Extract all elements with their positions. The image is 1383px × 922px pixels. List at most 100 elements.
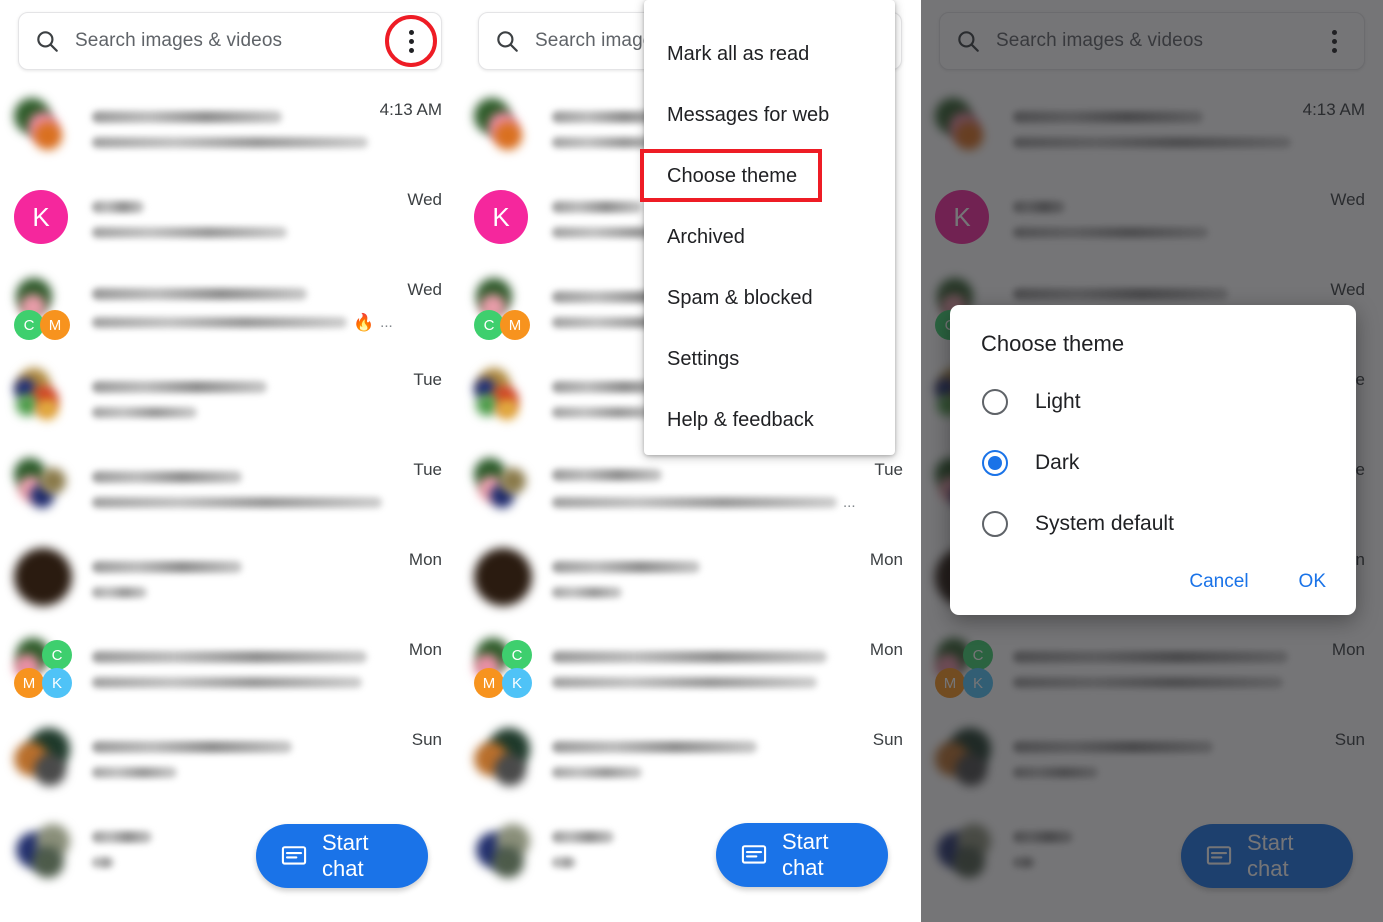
avatar[interactable]: CM bbox=[474, 278, 536, 340]
avatar[interactable] bbox=[14, 548, 76, 610]
avatar-badge-c: C bbox=[502, 640, 532, 670]
contact-name-redacted bbox=[92, 470, 242, 483]
theme-option-light[interactable]: Light bbox=[950, 371, 1356, 432]
radio-system-default[interactable] bbox=[982, 510, 1008, 537]
conversation-row[interactable]: CM🔥...Wed bbox=[0, 264, 460, 354]
avatar[interactable] bbox=[14, 98, 76, 160]
conversation-preview bbox=[76, 380, 413, 418]
avatar-badge-m: M bbox=[500, 310, 530, 340]
conversation-preview: 🔥... bbox=[76, 287, 407, 332]
conversation-row[interactable]: Mon bbox=[460, 534, 921, 624]
overflow-dropdown-menu[interactable]: Mark all as read Messages for web Choose t… bbox=[640, 0, 895, 455]
avatar-photo-blob bbox=[494, 122, 522, 150]
avatar-photo-blob bbox=[16, 394, 38, 416]
conversation-preview bbox=[76, 470, 413, 508]
menu-item-mark-all-as-read[interactable]: Mark all as read bbox=[644, 24, 895, 85]
message-snippet-redacted bbox=[92, 856, 114, 868]
avatar[interactable] bbox=[474, 98, 536, 160]
fire-emoji-icon: 🔥 bbox=[353, 312, 375, 332]
start-chat-icon bbox=[280, 842, 308, 870]
conversation-timestamp: 4:13 AM bbox=[379, 100, 442, 119]
conversation-row[interactable]: Mon bbox=[0, 534, 460, 624]
conversation-row[interactable]: CMK Mon bbox=[460, 624, 921, 714]
message-snippet-redacted bbox=[92, 676, 362, 688]
menu-item-label: Messages for web bbox=[667, 104, 830, 126]
snippet-ellipsis: ... bbox=[843, 493, 856, 511]
menu-item-messages-for-web[interactable]: Messages for web bbox=[644, 85, 895, 146]
menu-item-choose-theme[interactable]: Choose theme bbox=[640, 146, 895, 207]
conversation-timestamp: Sun bbox=[411, 730, 442, 749]
conversation-preview bbox=[536, 740, 873, 778]
avatar[interactable] bbox=[14, 368, 76, 430]
menu-item-label: Help & feedback bbox=[667, 409, 814, 431]
snippet-ellipsis: ... bbox=[380, 313, 393, 331]
contact-name-redacted bbox=[92, 110, 282, 123]
conversation-timestamp: Mon bbox=[408, 550, 442, 569]
radio-dark-selected[interactable] bbox=[982, 449, 1008, 476]
start-chat-label: Start chat bbox=[322, 830, 369, 881]
avatar[interactable] bbox=[14, 728, 76, 790]
avatar[interactable]: CMK bbox=[14, 638, 76, 700]
search-icon bbox=[479, 28, 535, 54]
theme-option-label: System default bbox=[1035, 511, 1174, 535]
conversation-row[interactable]: Sun bbox=[460, 714, 921, 804]
search-bar[interactable]: Search images & videos bbox=[18, 12, 442, 70]
avatar[interactable] bbox=[14, 458, 76, 520]
avatar[interactable] bbox=[474, 458, 536, 520]
conversation-row[interactable]: ... Tue bbox=[460, 444, 921, 534]
avatar-photo-blob bbox=[492, 846, 524, 878]
conversation-row[interactable]: Sun bbox=[0, 714, 460, 804]
conversation-row[interactable]: Tue bbox=[0, 354, 460, 444]
avatar[interactable]: CMK bbox=[474, 638, 536, 700]
menu-item-spam-blocked[interactable]: Spam & blocked bbox=[644, 268, 895, 329]
overflow-menu-button[interactable] bbox=[385, 15, 437, 67]
annotation-highlight-ring bbox=[385, 15, 437, 67]
conversation-timestamp: Mon bbox=[869, 550, 903, 569]
avatar[interactable] bbox=[474, 368, 536, 430]
cancel-button[interactable]: Cancel bbox=[1177, 563, 1260, 601]
ok-button[interactable]: OK bbox=[1287, 563, 1338, 601]
avatar-badge-k: K bbox=[42, 668, 72, 698]
avatar[interactable] bbox=[474, 728, 536, 790]
theme-option-dark[interactable]: Dark bbox=[950, 432, 1356, 493]
contact-name-redacted bbox=[92, 740, 292, 753]
radio-light[interactable] bbox=[982, 388, 1008, 415]
theme-radio-group: Light Dark System default bbox=[950, 371, 1356, 554]
contact-name-redacted bbox=[92, 560, 242, 573]
conversation-preview bbox=[76, 110, 380, 148]
panel-conversation-list: Search images & videos 4:13 AM K Wed C M 🔥...… bbox=[0, 0, 460, 922]
conversation-preview bbox=[536, 560, 870, 598]
avatar-photo-blob bbox=[500, 468, 526, 494]
conversation-timestamp: Sun bbox=[872, 730, 903, 749]
avatar[interactable] bbox=[14, 818, 76, 880]
conversation-row[interactable]: CMK Mon bbox=[0, 624, 460, 714]
contact-name-redacted bbox=[92, 830, 152, 843]
contact-name-redacted bbox=[92, 650, 367, 663]
menu-item-settings[interactable]: Settings bbox=[644, 329, 895, 390]
avatar-badge-c: C bbox=[42, 640, 72, 670]
message-snippet-redacted bbox=[552, 856, 576, 868]
avatar[interactable]: CM bbox=[14, 278, 76, 340]
panel-theme-dialog: Search images & videos 4:13 AMKWedCM🔥...… bbox=[921, 0, 1383, 922]
conversation-row[interactable]: K Wed bbox=[0, 174, 460, 264]
conversation-preview: ... bbox=[536, 468, 874, 511]
theme-option-system-default[interactable]: System default bbox=[950, 493, 1356, 554]
avatar-badge-m: M bbox=[40, 310, 70, 340]
menu-item-archived[interactable]: Archived bbox=[644, 207, 895, 268]
conversation-preview bbox=[76, 200, 407, 238]
conversation-row[interactable]: Tue bbox=[0, 444, 460, 534]
theme-option-label: Light bbox=[1035, 389, 1081, 413]
avatar[interactable] bbox=[474, 548, 536, 610]
search-input-placeholder[interactable]: Search images & videos bbox=[75, 30, 385, 52]
avatar-photo-blob bbox=[496, 398, 518, 420]
menu-item-help-feedback[interactable]: Help & feedback bbox=[644, 390, 895, 451]
contact-name-redacted bbox=[552, 560, 700, 573]
start-chat-button-2[interactable]: Start chat bbox=[716, 823, 888, 887]
conversation-row[interactable]: 4:13 AM bbox=[0, 84, 460, 174]
avatar[interactable]: K bbox=[474, 188, 536, 250]
start-chat-button[interactable]: Start chat bbox=[256, 824, 428, 888]
avatar[interactable]: K bbox=[14, 188, 76, 250]
conversation-preview bbox=[76, 740, 412, 778]
avatar[interactable] bbox=[474, 818, 536, 880]
start-chat-icon bbox=[740, 841, 768, 869]
